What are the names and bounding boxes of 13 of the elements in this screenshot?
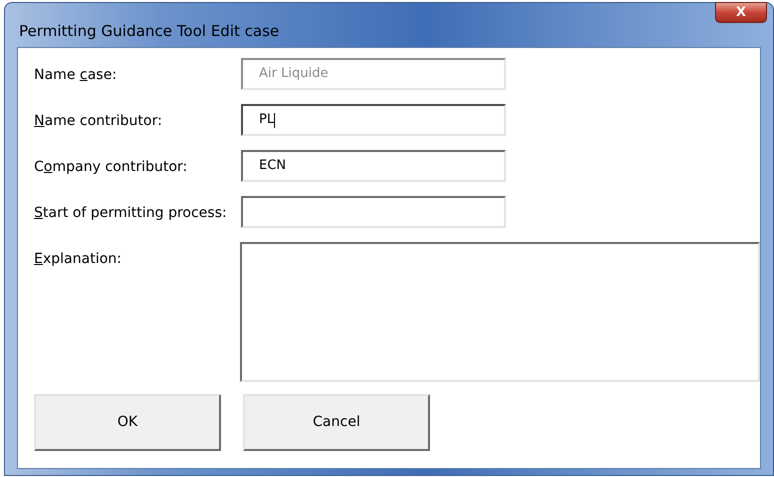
- text-field[interactable]: [241, 196, 506, 228]
- close-button[interactable]: X: [715, 2, 767, 23]
- text-field[interactable]: PL: [241, 104, 506, 136]
- dialog-button[interactable]: Cancel: [243, 394, 430, 451]
- field-label: Name case:: [34, 67, 117, 83]
- field-label: Start of permitting process:: [34, 205, 227, 221]
- field-label: Explanation:: [34, 251, 122, 267]
- text-cursor: [274, 112, 276, 128]
- text-field[interactable]: ECN: [241, 150, 506, 182]
- dialog-button[interactable]: OK: [34, 394, 221, 451]
- window-title: Permitting Guidance Tool Edit case: [19, 21, 280, 42]
- field-label: Name contributor:: [34, 113, 162, 129]
- field-label: Company contributor:: [34, 159, 188, 175]
